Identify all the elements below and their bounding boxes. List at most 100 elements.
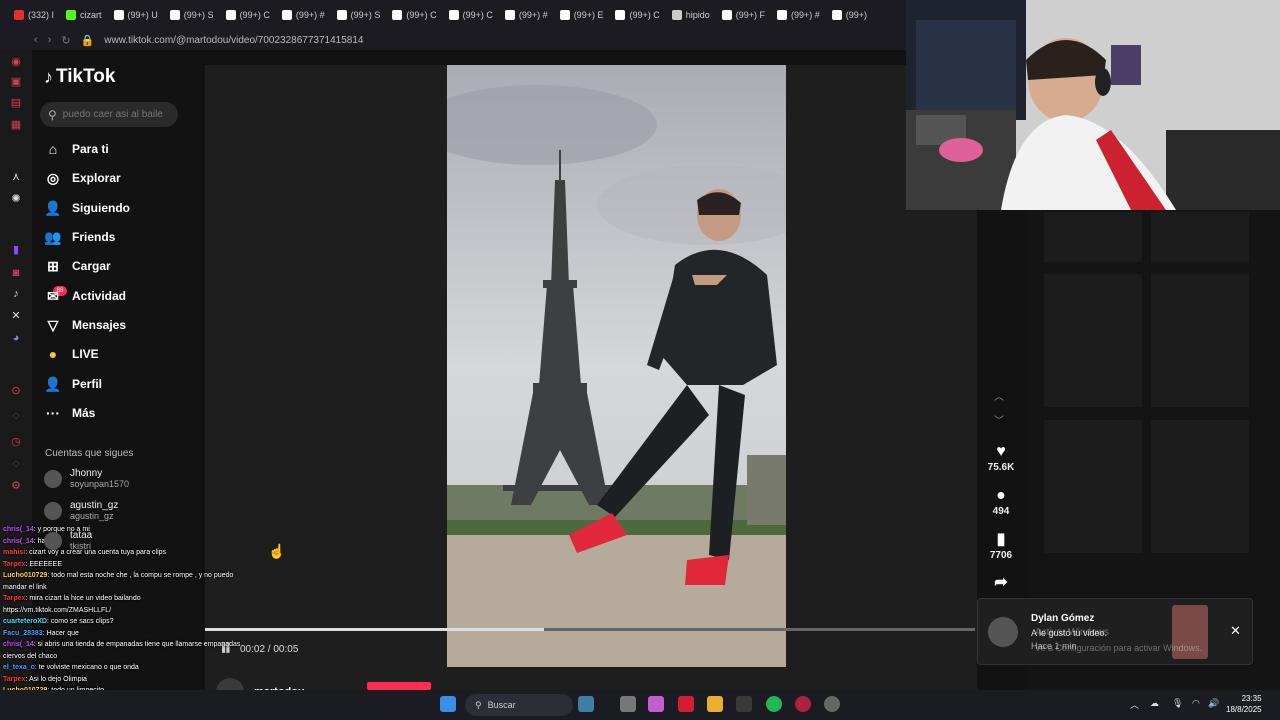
forward-icon[interactable]: ›: [48, 34, 52, 46]
app-icon[interactable]: [736, 696, 752, 712]
chatgpt-icon[interactable]: ✺: [10, 193, 22, 205]
x-icon[interactable]: ✕: [10, 310, 22, 322]
sidebar-item-mensajes[interactable]: ▽ Mensajes: [44, 314, 126, 336]
sidebar-item-live[interactable]: ● LIVE: [44, 343, 99, 365]
chat-text: : Hacer que: [42, 629, 79, 637]
comment-button[interactable]: ● 494: [983, 486, 1019, 517]
twitch-icon[interactable]: ▮: [10, 244, 22, 256]
browser-tab[interactable]: (99+): [826, 4, 873, 26]
sidebar-item-perfil[interactable]: 👤 Perfil: [44, 373, 102, 395]
browser-tab[interactable]: (99+) #: [771, 4, 826, 26]
browser-tab[interactable]: (99+) C: [443, 4, 499, 26]
sidebar-tool-icon[interactable]: ◌: [10, 410, 22, 422]
tab-label: (99+) #: [518, 10, 548, 20]
browser-tab[interactable]: (99+) U: [108, 4, 164, 26]
sidebar-item-friends[interactable]: 👥 Friends: [44, 226, 115, 248]
history-icon[interactable]: ◷: [10, 436, 22, 448]
wifi-icon[interactable]: ◠: [1192, 698, 1200, 709]
instagram-icon[interactable]: ◙: [10, 267, 22, 279]
sidebar-tool-icon[interactable]: ▣: [10, 76, 22, 88]
sidebar-item-actividad[interactable]: ✉ Actividad: [44, 285, 126, 307]
sidebar-item-siguiendo[interactable]: 👤 Siguiendo: [44, 197, 130, 219]
following-account[interactable]: Jhonny soyunpan1570: [44, 468, 129, 489]
following-account[interactable]: tataa tkistri: [44, 530, 92, 551]
tab-label: (99+): [845, 10, 868, 20]
tab-label: (99+) E: [573, 10, 604, 20]
settings-icon[interactable]: ⚙: [10, 480, 22, 492]
follow-button[interactable]: [367, 682, 431, 690]
grid-cell[interactable]: [1044, 212, 1142, 262]
cloud-icon[interactable]: ☁: [1150, 698, 1159, 709]
following-account[interactable]: agustin_gz agustin_gz: [44, 500, 118, 521]
activation-watermark-sub: Ve a Configuración para activar Windows.: [1035, 643, 1203, 653]
discord-icon[interactable]: ◕: [10, 332, 22, 344]
activation-watermark: Activar Windows: [1035, 627, 1109, 638]
tiktok-logo[interactable]: ♪ TikTok: [44, 66, 115, 88]
video-scene: [447, 65, 786, 667]
share-button[interactable]: ➦: [983, 573, 1019, 593]
grid-cell[interactable]: [1151, 212, 1249, 262]
previous-video-icon[interactable]: ︿: [994, 388, 1004, 403]
notification-toast[interactable]: Dylan Gómez A le gustó tu video. Hace 1 …: [977, 598, 1253, 665]
sidebar-item-cargar[interactable]: ⊞ Cargar: [44, 255, 111, 277]
url-text[interactable]: www.tiktok.com/@martodou/video/700232867…: [104, 35, 363, 46]
app-icon[interactable]: [824, 696, 840, 712]
tray-chevron-icon[interactable]: ︿: [1130, 698, 1139, 711]
browser-tab[interactable]: (99+) F: [716, 4, 771, 26]
browser-tab[interactable]: (99+) S: [164, 4, 220, 26]
grid-cell[interactable]: [1151, 420, 1249, 553]
task-view-icon[interactable]: [620, 696, 636, 712]
tiktok-icon[interactable]: ♪: [10, 288, 22, 300]
browser-tab[interactable]: (99+) C: [609, 4, 665, 26]
grid-cell[interactable]: [1044, 274, 1142, 407]
opera-gx-icon[interactable]: [795, 696, 811, 712]
mic-icon[interactable]: 🎙: [1172, 698, 1183, 709]
sidebar-tool-icon[interactable]: ◉: [10, 56, 22, 68]
chat-message: chris(_14: hake: [3, 536, 262, 548]
app-icon[interactable]: [678, 696, 694, 712]
sidebar-item-para-ti[interactable]: ⌂ Para ti: [44, 138, 109, 160]
volume-icon[interactable]: 🔊: [1208, 698, 1219, 709]
address-bar[interactable]: ‹ › ↻ 🔒 www.tiktok.com/@martodou/video/7…: [0, 30, 906, 50]
tiktok-note-icon: ♪: [44, 66, 53, 87]
clock[interactable]: 23:35 18/8/2025: [1226, 693, 1262, 715]
windows-start-icon[interactable]: [440, 696, 456, 712]
search-input[interactable]: ⚲ puedo caer asi al baile: [40, 102, 178, 127]
sidebar-tool-icon[interactable]: ▤: [10, 97, 22, 109]
browser-tab[interactable]: (99+) E: [554, 4, 610, 26]
sidebar-tool-icon[interactable]: ▦: [10, 119, 22, 131]
browser-tab[interactable]: (99+) #: [276, 4, 331, 26]
file-explorer-icon[interactable]: [707, 696, 723, 712]
sidebar-tool-icon[interactable]: ◌: [10, 458, 22, 470]
sidebar-item-más[interactable]: ··· Más: [44, 402, 95, 424]
chat-text: https://vm.tiktok.com/ZMASHLLFL/: [3, 606, 112, 614]
browser-tab[interactable]: (332) I: [8, 4, 60, 26]
tab-label: (99+) #: [791, 10, 820, 20]
spotify-icon[interactable]: [766, 696, 782, 712]
taskbar-search[interactable]: ⚲ Buscar: [465, 694, 573, 716]
sidebar-item-explorar[interactable]: ◎ Explorar: [44, 167, 121, 189]
sidebar-item-label: Siguiendo: [72, 201, 130, 215]
grid-cell[interactable]: [1044, 420, 1142, 553]
browser-tab[interactable]: (99+) C: [220, 4, 276, 26]
back-icon[interactable]: ‹: [34, 34, 38, 46]
reload-icon[interactable]: ↻: [61, 34, 70, 47]
browser-tab[interactable]: (99+) #: [499, 4, 554, 26]
sidebar-app-icon[interactable]: ⋏: [10, 171, 22, 183]
close-icon[interactable]: ✕: [1230, 623, 1241, 639]
next-video-icon[interactable]: ﹀: [994, 412, 1004, 427]
grid-cell[interactable]: [1151, 274, 1249, 407]
tab-favicon-icon: [113, 10, 124, 20]
browser-tab[interactable]: (99+) S: [331, 4, 387, 26]
browser-tab[interactable]: hipido: [666, 4, 716, 26]
browser-tab[interactable]: cizart: [60, 4, 108, 26]
save-button[interactable]: ▮ 7706: [983, 530, 1019, 561]
browser-tab[interactable]: (99+) C: [386, 4, 442, 26]
tab-label: (332) I: [28, 10, 55, 20]
widgets-icon[interactable]: [578, 696, 594, 712]
copilot-icon[interactable]: [648, 696, 664, 712]
sidebar-tool-icon[interactable]: ⊙: [10, 385, 22, 397]
like-button[interactable]: ♥ 75.6K: [983, 442, 1019, 473]
chat-message: chris(_14: y porque no a mi: [3, 524, 262, 536]
video-frame[interactable]: [447, 65, 786, 667]
